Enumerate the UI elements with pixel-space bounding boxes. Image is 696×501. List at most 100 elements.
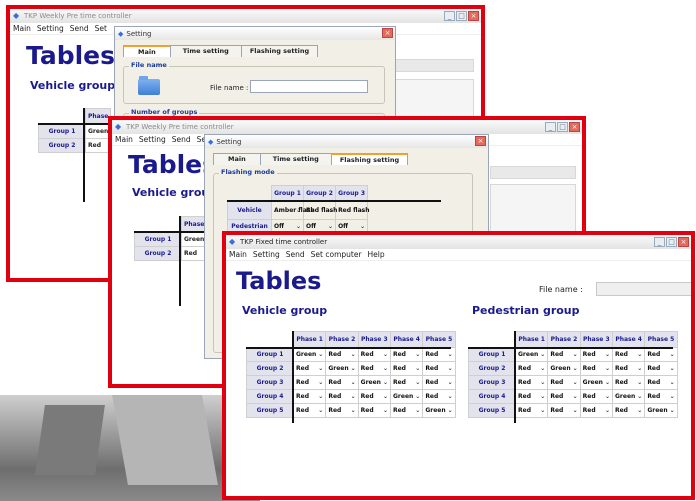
phase-select[interactable]: Red ⌄ (579, 347, 613, 362)
phase-select[interactable]: Red ⌄ (325, 375, 359, 390)
menu-setting[interactable]: Setting (37, 24, 64, 33)
phase-select[interactable]: Red ⌄ (389, 375, 424, 390)
phase-select[interactable]: Green ⌄ (579, 375, 613, 390)
phase-select-value: Red (614, 365, 628, 372)
phase-select[interactable]: Red ⌄ (547, 389, 581, 404)
flash-select[interactable]: Amber flash ⌄ (270, 201, 315, 220)
chevron-down-icon: ⌄ (382, 379, 388, 386)
page-title: Tables (26, 41, 116, 70)
phase-select[interactable]: Red ⌄ (357, 361, 391, 376)
phase-select[interactable]: Red ⌄ (611, 375, 646, 390)
phase-select[interactable]: Red ⌄ (325, 403, 359, 418)
phase-select[interactable]: Green ⌄ (422, 403, 456, 418)
phase-select[interactable]: Red ⌄ (389, 403, 424, 418)
tab-flashing-setting[interactable]: Flashing setting (240, 45, 319, 57)
tab-time-setting[interactable]: Time setting (259, 153, 332, 165)
phase-select[interactable]: Red ⌄ (514, 403, 549, 418)
menu-send[interactable]: Send (286, 250, 305, 259)
phase-select[interactable]: Red ⌄ (292, 361, 327, 376)
phase-select[interactable]: Red ⌄ (547, 347, 581, 362)
phase-select[interactable]: Green ⌄ (547, 361, 581, 376)
phase-select[interactable]: Green ⌄ (644, 403, 678, 418)
menu-setting[interactable]: Setting (253, 250, 280, 259)
close-icon[interactable]: × (475, 136, 486, 146)
minimize-icon[interactable]: _ (545, 122, 556, 132)
phase-select[interactable]: Red ⌄ (422, 347, 456, 362)
phase-select[interactable]: Red ⌄ (644, 347, 678, 362)
flash-select[interactable]: Red flash ⌄ (335, 201, 369, 220)
tab-time-setting[interactable]: Time setting (169, 45, 242, 57)
phase-select[interactable]: Red ⌄ (514, 375, 549, 390)
menu-main[interactable]: Main (13, 24, 31, 33)
file-name-input[interactable] (250, 80, 368, 93)
phase-select[interactable]: Red ⌄ (292, 389, 327, 404)
phase-select[interactable]: Red ⌄ (547, 403, 581, 418)
phase-select[interactable]: Red ⌄ (292, 403, 327, 418)
phase-select[interactable]: Red ⌄ (357, 389, 391, 404)
chevron-down-icon: ⌄ (447, 351, 453, 358)
close-icon[interactable]: × (382, 28, 393, 38)
phase-select[interactable]: Red ⌄ (579, 403, 613, 418)
menu-set-computer[interactable]: Set computer (311, 250, 362, 259)
menu-main[interactable]: Main (115, 135, 133, 144)
minimize-icon[interactable]: _ (654, 237, 665, 247)
phase-select[interactable]: Red ⌄ (514, 361, 549, 376)
phase-select[interactable]: Red ⌄ (357, 403, 391, 418)
close-icon[interactable]: × (468, 11, 479, 21)
phase-select[interactable]: Red ⌄ (325, 389, 359, 404)
chevron-down-icon: ⌄ (604, 351, 610, 358)
phase-select[interactable]: Red ⌄ (422, 361, 456, 376)
tab-main[interactable]: Main (213, 153, 261, 165)
close-icon[interactable]: × (569, 122, 580, 132)
phase-select[interactable]: Red ⌄ (325, 347, 359, 362)
phase-select[interactable]: Red ⌄ (579, 361, 613, 376)
phase-select[interactable]: Red ⌄ (579, 389, 613, 404)
minimize-icon[interactable]: _ (444, 11, 455, 21)
phase-select-value: Red (360, 351, 374, 358)
phase-select[interactable]: Red ⌄ (422, 375, 456, 390)
menu-main[interactable]: Main (229, 250, 247, 259)
phase-select[interactable]: Green ⌄ (514, 347, 549, 362)
menu-setting[interactable]: Setting (139, 135, 166, 144)
chevron-down-icon: ⌄ (382, 351, 388, 358)
phase-select[interactable]: Red ⌄ (389, 361, 424, 376)
folder-icon[interactable] (138, 76, 160, 95)
group-label: Group 4 (246, 389, 294, 404)
window-fixed-time-controller: ◆ TKP Fixed time controller _ □ × Main S… (222, 231, 695, 500)
file-name-input[interactable] (596, 282, 691, 296)
maximize-icon[interactable]: □ (557, 122, 568, 132)
phase-select[interactable]: Red ⌄ (611, 403, 646, 418)
group-label: Group 1 (246, 347, 294, 362)
phase-select-value: Red (392, 351, 406, 358)
phase-select[interactable]: Red ⌄ (644, 361, 678, 376)
menu-send[interactable]: Send (172, 135, 191, 144)
tab-flashing-setting[interactable]: Flashing setting (330, 153, 409, 165)
phase-select[interactable]: Red ⌄ (547, 375, 581, 390)
close-icon[interactable]: × (678, 237, 689, 247)
menu-set[interactable]: Set (95, 24, 107, 33)
phase-select[interactable]: Red ⌄ (514, 389, 549, 404)
phase-select-value: Red (582, 351, 596, 358)
phase-select[interactable]: Red ⌄ (611, 347, 646, 362)
phase-select[interactable]: Red ⌄ (357, 347, 391, 362)
flash-select[interactable]: Red flash ⌄ (303, 201, 337, 220)
menu-help[interactable]: Help (368, 250, 385, 259)
phase-select[interactable]: Green ⌄ (611, 389, 646, 404)
phase-select[interactable]: Green ⌄ (292, 347, 327, 362)
maximize-icon[interactable]: □ (456, 11, 467, 21)
phase-select[interactable]: Green ⌄ (325, 361, 359, 376)
phase-select[interactable]: Green ⌄ (357, 375, 391, 390)
dialog-tabs: Main Time setting Flashing setting (123, 45, 319, 57)
phase-select[interactable]: Red ⌄ (644, 389, 678, 404)
maximize-icon[interactable]: □ (666, 237, 677, 247)
table-divider-vertical (514, 331, 516, 423)
phase-select[interactable]: Red ⌄ (422, 389, 456, 404)
phase-select[interactable]: Red ⌄ (644, 375, 678, 390)
phase-select[interactable]: Red ⌄ (389, 347, 424, 362)
menu-send[interactable]: Send (70, 24, 89, 33)
chevron-down-icon: ⌄ (604, 407, 610, 414)
phase-select[interactable]: Red ⌄ (292, 375, 327, 390)
tab-main[interactable]: Main (123, 45, 171, 57)
phase-select[interactable]: Green ⌄ (389, 389, 424, 404)
phase-select[interactable]: Red ⌄ (611, 361, 646, 376)
